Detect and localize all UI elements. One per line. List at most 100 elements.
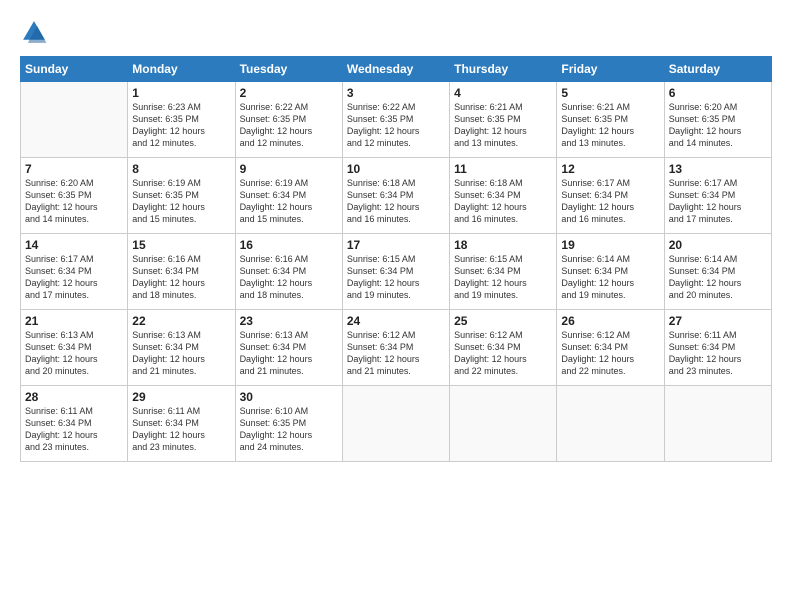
logo	[20, 18, 52, 46]
day-info: Sunrise: 6:19 AM Sunset: 6:35 PM Dayligh…	[132, 177, 230, 226]
day-number: 24	[347, 314, 445, 328]
calendar-cell: 3Sunrise: 6:22 AM Sunset: 6:35 PM Daylig…	[342, 82, 449, 158]
day-info: Sunrise: 6:11 AM Sunset: 6:34 PM Dayligh…	[132, 405, 230, 454]
calendar-cell: 30Sunrise: 6:10 AM Sunset: 6:35 PM Dayli…	[235, 386, 342, 462]
day-number: 5	[561, 86, 659, 100]
calendar-cell	[664, 386, 771, 462]
calendar-cell	[557, 386, 664, 462]
day-info: Sunrise: 6:11 AM Sunset: 6:34 PM Dayligh…	[669, 329, 767, 378]
calendar-cell: 11Sunrise: 6:18 AM Sunset: 6:34 PM Dayli…	[450, 158, 557, 234]
calendar-cell: 27Sunrise: 6:11 AM Sunset: 6:34 PM Dayli…	[664, 310, 771, 386]
week-row-0: 1Sunrise: 6:23 AM Sunset: 6:35 PM Daylig…	[21, 82, 772, 158]
day-number: 25	[454, 314, 552, 328]
calendar-cell: 16Sunrise: 6:16 AM Sunset: 6:34 PM Dayli…	[235, 234, 342, 310]
day-info: Sunrise: 6:21 AM Sunset: 6:35 PM Dayligh…	[561, 101, 659, 150]
day-number: 1	[132, 86, 230, 100]
day-info: Sunrise: 6:13 AM Sunset: 6:34 PM Dayligh…	[240, 329, 338, 378]
calendar-cell: 21Sunrise: 6:13 AM Sunset: 6:34 PM Dayli…	[21, 310, 128, 386]
day-info: Sunrise: 6:13 AM Sunset: 6:34 PM Dayligh…	[25, 329, 123, 378]
calendar-table: SundayMondayTuesdayWednesdayThursdayFrid…	[20, 56, 772, 462]
day-info: Sunrise: 6:12 AM Sunset: 6:34 PM Dayligh…	[561, 329, 659, 378]
day-info: Sunrise: 6:10 AM Sunset: 6:35 PM Dayligh…	[240, 405, 338, 454]
weekday-header-wednesday: Wednesday	[342, 57, 449, 82]
calendar-cell: 28Sunrise: 6:11 AM Sunset: 6:34 PM Dayli…	[21, 386, 128, 462]
weekday-header-saturday: Saturday	[664, 57, 771, 82]
day-number: 27	[669, 314, 767, 328]
weekday-header-tuesday: Tuesday	[235, 57, 342, 82]
day-number: 7	[25, 162, 123, 176]
day-number: 22	[132, 314, 230, 328]
day-info: Sunrise: 6:17 AM Sunset: 6:34 PM Dayligh…	[669, 177, 767, 226]
day-number: 23	[240, 314, 338, 328]
day-info: Sunrise: 6:15 AM Sunset: 6:34 PM Dayligh…	[454, 253, 552, 302]
weekday-header-friday: Friday	[557, 57, 664, 82]
calendar-cell: 6Sunrise: 6:20 AM Sunset: 6:35 PM Daylig…	[664, 82, 771, 158]
day-info: Sunrise: 6:13 AM Sunset: 6:34 PM Dayligh…	[132, 329, 230, 378]
calendar-cell: 15Sunrise: 6:16 AM Sunset: 6:34 PM Dayli…	[128, 234, 235, 310]
week-row-3: 21Sunrise: 6:13 AM Sunset: 6:34 PM Dayli…	[21, 310, 772, 386]
day-info: Sunrise: 6:17 AM Sunset: 6:34 PM Dayligh…	[25, 253, 123, 302]
calendar-cell: 25Sunrise: 6:12 AM Sunset: 6:34 PM Dayli…	[450, 310, 557, 386]
day-number: 12	[561, 162, 659, 176]
day-number: 16	[240, 238, 338, 252]
day-info: Sunrise: 6:19 AM Sunset: 6:34 PM Dayligh…	[240, 177, 338, 226]
day-info: Sunrise: 6:21 AM Sunset: 6:35 PM Dayligh…	[454, 101, 552, 150]
day-number: 10	[347, 162, 445, 176]
day-info: Sunrise: 6:12 AM Sunset: 6:34 PM Dayligh…	[454, 329, 552, 378]
calendar-cell: 1Sunrise: 6:23 AM Sunset: 6:35 PM Daylig…	[128, 82, 235, 158]
day-number: 6	[669, 86, 767, 100]
day-number: 20	[669, 238, 767, 252]
day-info: Sunrise: 6:16 AM Sunset: 6:34 PM Dayligh…	[132, 253, 230, 302]
calendar-cell: 14Sunrise: 6:17 AM Sunset: 6:34 PM Dayli…	[21, 234, 128, 310]
day-number: 21	[25, 314, 123, 328]
day-info: Sunrise: 6:22 AM Sunset: 6:35 PM Dayligh…	[240, 101, 338, 150]
day-number: 18	[454, 238, 552, 252]
week-row-1: 7Sunrise: 6:20 AM Sunset: 6:35 PM Daylig…	[21, 158, 772, 234]
calendar-cell: 17Sunrise: 6:15 AM Sunset: 6:34 PM Dayli…	[342, 234, 449, 310]
page: SundayMondayTuesdayWednesdayThursdayFrid…	[0, 0, 792, 612]
day-info: Sunrise: 6:15 AM Sunset: 6:34 PM Dayligh…	[347, 253, 445, 302]
day-number: 26	[561, 314, 659, 328]
calendar-cell: 19Sunrise: 6:14 AM Sunset: 6:34 PM Dayli…	[557, 234, 664, 310]
calendar-cell: 23Sunrise: 6:13 AM Sunset: 6:34 PM Dayli…	[235, 310, 342, 386]
weekday-header-thursday: Thursday	[450, 57, 557, 82]
day-info: Sunrise: 6:18 AM Sunset: 6:34 PM Dayligh…	[347, 177, 445, 226]
day-info: Sunrise: 6:16 AM Sunset: 6:34 PM Dayligh…	[240, 253, 338, 302]
calendar-cell: 18Sunrise: 6:15 AM Sunset: 6:34 PM Dayli…	[450, 234, 557, 310]
day-info: Sunrise: 6:12 AM Sunset: 6:34 PM Dayligh…	[347, 329, 445, 378]
week-row-2: 14Sunrise: 6:17 AM Sunset: 6:34 PM Dayli…	[21, 234, 772, 310]
logo-icon	[20, 18, 48, 46]
day-info: Sunrise: 6:23 AM Sunset: 6:35 PM Dayligh…	[132, 101, 230, 150]
calendar-cell: 9Sunrise: 6:19 AM Sunset: 6:34 PM Daylig…	[235, 158, 342, 234]
day-number: 19	[561, 238, 659, 252]
day-number: 9	[240, 162, 338, 176]
calendar-cell: 13Sunrise: 6:17 AM Sunset: 6:34 PM Dayli…	[664, 158, 771, 234]
day-number: 28	[25, 390, 123, 404]
day-number: 17	[347, 238, 445, 252]
calendar-cell	[450, 386, 557, 462]
day-number: 8	[132, 162, 230, 176]
day-info: Sunrise: 6:14 AM Sunset: 6:34 PM Dayligh…	[669, 253, 767, 302]
calendar-cell: 7Sunrise: 6:20 AM Sunset: 6:35 PM Daylig…	[21, 158, 128, 234]
calendar-cell	[21, 82, 128, 158]
day-number: 4	[454, 86, 552, 100]
day-number: 13	[669, 162, 767, 176]
day-info: Sunrise: 6:14 AM Sunset: 6:34 PM Dayligh…	[561, 253, 659, 302]
calendar-cell: 4Sunrise: 6:21 AM Sunset: 6:35 PM Daylig…	[450, 82, 557, 158]
calendar-cell	[342, 386, 449, 462]
day-number: 2	[240, 86, 338, 100]
weekday-header-sunday: Sunday	[21, 57, 128, 82]
day-info: Sunrise: 6:11 AM Sunset: 6:34 PM Dayligh…	[25, 405, 123, 454]
calendar-cell: 2Sunrise: 6:22 AM Sunset: 6:35 PM Daylig…	[235, 82, 342, 158]
calendar-cell: 24Sunrise: 6:12 AM Sunset: 6:34 PM Dayli…	[342, 310, 449, 386]
calendar-cell: 22Sunrise: 6:13 AM Sunset: 6:34 PM Dayli…	[128, 310, 235, 386]
calendar-cell: 20Sunrise: 6:14 AM Sunset: 6:34 PM Dayli…	[664, 234, 771, 310]
weekday-header-row: SundayMondayTuesdayWednesdayThursdayFrid…	[21, 57, 772, 82]
weekday-header-monday: Monday	[128, 57, 235, 82]
week-row-4: 28Sunrise: 6:11 AM Sunset: 6:34 PM Dayli…	[21, 386, 772, 462]
day-number: 14	[25, 238, 123, 252]
calendar-cell: 10Sunrise: 6:18 AM Sunset: 6:34 PM Dayli…	[342, 158, 449, 234]
day-info: Sunrise: 6:17 AM Sunset: 6:34 PM Dayligh…	[561, 177, 659, 226]
day-number: 3	[347, 86, 445, 100]
day-info: Sunrise: 6:18 AM Sunset: 6:34 PM Dayligh…	[454, 177, 552, 226]
